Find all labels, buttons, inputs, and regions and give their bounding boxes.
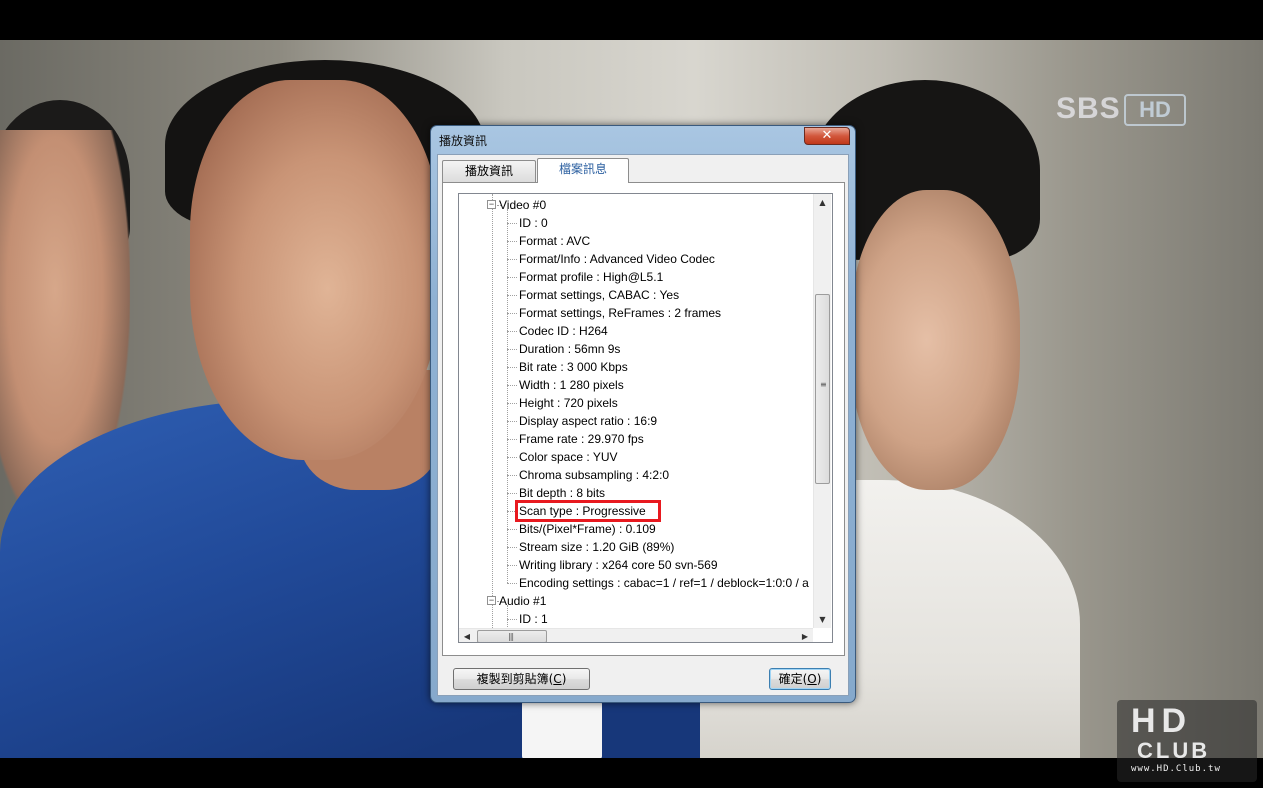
tree-item[interactable]: ID : 0: [519, 214, 548, 232]
watermark-url: www.HD.Club.tw: [1131, 764, 1221, 774]
tree-item[interactable]: Bits/(Pixel*Frame) : 0.109: [519, 520, 656, 538]
tree-connector: [507, 619, 517, 620]
tree-connector: [507, 367, 517, 368]
tree-item[interactable]: Stream size : 1.20 GiB (89%): [519, 538, 674, 556]
tree-connector: [507, 331, 517, 332]
tree-connector: [507, 385, 517, 386]
tree-item[interactable]: Format profile : High@L5.1: [519, 268, 663, 286]
tree-item[interactable]: Color space : YUV: [519, 448, 618, 466]
right-person-face: [850, 190, 1020, 490]
copy-to-clipboard-button[interactable]: 複製到剪貼簿(C): [453, 668, 590, 690]
vertical-scroll-thumb[interactable]: ≡: [815, 294, 830, 484]
tree-connector: [507, 529, 517, 530]
arrow-up-icon[interactable]: ▲: [814, 194, 831, 211]
title-bar[interactable]: 播放資訊 ✕: [431, 126, 855, 154]
tree-connector: [507, 277, 517, 278]
tree-item[interactable]: ID : 1: [519, 610, 548, 628]
watermark-club: CLUB: [1137, 738, 1211, 763]
dialog-client: 播放資訊 檔案訊息 − Video #0 ID : 0 Format : AVC For…: [437, 154, 849, 696]
tree-connector: [507, 403, 517, 404]
horizontal-scrollbar[interactable]: ◀ ||| ▶: [459, 628, 813, 642]
copy-button-accel: C: [553, 672, 562, 686]
arrow-left-icon[interactable]: ◀: [459, 629, 475, 642]
tree-connector: [507, 295, 517, 296]
tree-item[interactable]: Writing library : x264 core 50 svn-569: [519, 556, 718, 574]
ok-button-label: 確定(: [778, 672, 808, 686]
tree-item[interactable]: Encoding settings : cabac=1 / ref=1 / de…: [519, 574, 809, 592]
tree-item[interactable]: Codec ID : H264: [519, 322, 608, 340]
tree-connector: [507, 605, 508, 628]
close-button[interactable]: ✕: [804, 127, 850, 145]
center-person-face: [190, 80, 440, 460]
tree-item[interactable]: Chroma subsampling : 4:2:0: [519, 466, 669, 484]
arrow-right-icon[interactable]: ▶: [797, 629, 813, 642]
tree-connector: [507, 547, 517, 548]
copy-button-label-end: ): [561, 672, 567, 686]
tree-connector: [507, 313, 517, 314]
minus-box-icon[interactable]: −: [487, 596, 496, 605]
ok-button-accel: O: [807, 672, 817, 686]
grip-icon: ≡: [820, 380, 827, 389]
tree-connector: [507, 583, 517, 584]
watermark-hd: HD: [1131, 702, 1193, 740]
tree-connector: [507, 457, 517, 458]
tree-connector: [507, 421, 517, 422]
tree-connector: [507, 565, 517, 566]
tree-item[interactable]: Frame rate : 29.970 fps: [519, 430, 644, 448]
channel-hd-badge: HD: [1124, 94, 1186, 126]
close-icon: ✕: [821, 128, 833, 143]
tree-item[interactable]: Width : 1 280 pixels: [519, 376, 624, 394]
tree-connector: [507, 209, 508, 583]
tree-item[interactable]: Format settings, CABAC : Yes: [519, 286, 679, 304]
playback-info-dialog: 播放資訊 ✕ 播放資訊 檔案訊息 − Video #0 ID : 0 Format :…: [430, 125, 856, 703]
grip-icon: |||: [508, 632, 514, 641]
tree-item[interactable]: Format settings, ReFrames : 2 frames: [519, 304, 721, 322]
tree-item[interactable]: Bit rate : 3 000 Kbps: [519, 358, 628, 376]
tree-connector: [507, 259, 517, 260]
tree-connector: [507, 439, 517, 440]
tree-connector: [507, 223, 517, 224]
ok-button-label-end: ): [816, 672, 822, 686]
media-info-tree[interactable]: − Video #0 ID : 0 Format : AVC Format/Info :…: [458, 193, 833, 643]
tree-connector: [507, 493, 517, 494]
tree-item[interactable]: Height : 720 pixels: [519, 394, 618, 412]
highlight-box: [515, 500, 661, 522]
tree-connector: [507, 241, 517, 242]
tab-file-info[interactable]: 檔案訊息: [537, 158, 629, 183]
tree-item[interactable]: Format : AVC: [519, 232, 590, 250]
tree-item[interactable]: Display aspect ratio : 16:9: [519, 412, 657, 430]
flag-patch: [522, 700, 602, 758]
horizontal-scroll-thumb[interactable]: |||: [477, 630, 547, 642]
arrow-down-icon[interactable]: ▼: [814, 611, 831, 628]
screen: SBS HD HD CLUB www.HD.Club.tw 播放資訊 ✕ 播放資…: [0, 0, 1263, 788]
tree-item[interactable]: Format/Info : Advanced Video Codec: [519, 250, 715, 268]
tree-connector: [507, 349, 517, 350]
vertical-scrollbar[interactable]: ▲ ≡ ▼: [813, 194, 831, 628]
copy-button-label: 複製到剪貼簿(: [476, 672, 554, 686]
window-title: 播放資訊: [439, 134, 488, 148]
ok-button[interactable]: 確定(O): [769, 668, 831, 690]
tree-connector: [507, 475, 517, 476]
tab-panel: − Video #0 ID : 0 Format : AVC Format/Info :…: [442, 182, 845, 656]
tree-connector: [492, 194, 493, 628]
minus-box-icon[interactable]: −: [487, 200, 496, 209]
tree-content: − Video #0 ID : 0 Format : AVC Format/Info :…: [459, 194, 813, 628]
tab-playback-info[interactable]: 播放資訊: [442, 160, 536, 182]
hdclub-watermark: HD CLUB www.HD.Club.tw: [1117, 700, 1257, 782]
tree-item[interactable]: Duration : 56mn 9s: [519, 340, 620, 358]
channel-logo: SBS: [1056, 92, 1121, 125]
